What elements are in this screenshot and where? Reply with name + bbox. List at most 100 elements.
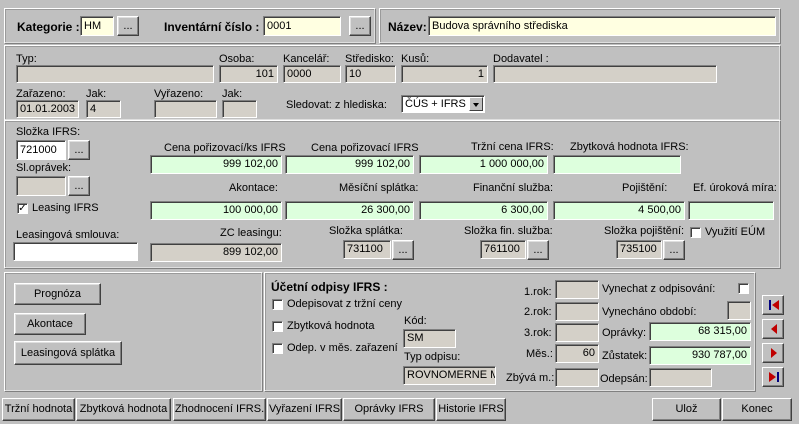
sl-opravek-browse-button[interactable]: ... bbox=[68, 176, 90, 196]
odepsan-input[interactable] bbox=[649, 368, 712, 387]
akontace-label: Akontace: bbox=[229, 182, 278, 194]
tab-zhodnoceni-ifrs[interactable]: Zhodnocení IFRS. bbox=[173, 398, 266, 421]
jak-input[interactable]: 4 bbox=[86, 100, 121, 118]
pojisteni-input[interactable]: 4 500,00 bbox=[553, 201, 685, 220]
prev-record-icon bbox=[771, 324, 777, 334]
slozka-pojisteni-input[interactable]: 735100 bbox=[616, 240, 662, 259]
uloz-button[interactable]: Ulož bbox=[652, 398, 721, 421]
odpisy-title: Účetní odpisy IFRS : bbox=[271, 280, 388, 294]
dodavatel-input[interactable] bbox=[493, 65, 717, 83]
kategorie-label: Kategorie : bbox=[17, 20, 80, 34]
vynechat-label: Vynechat z odpisování: bbox=[602, 283, 716, 295]
cena-porizovaci-ks-input[interactable]: 999 102,00 bbox=[150, 155, 282, 174]
jak-vyrazeni-input[interactable] bbox=[222, 100, 257, 118]
zbytkova-hodnota-label: Zbytková hodnota IFRS: bbox=[570, 141, 689, 153]
nav-next-button[interactable] bbox=[762, 343, 784, 363]
slozka-fin-sluzba-label: Složka fin. služba: bbox=[464, 225, 553, 237]
financni-sluzba-input[interactable]: 6 300,00 bbox=[419, 201, 548, 220]
zbyva-input[interactable] bbox=[555, 368, 599, 387]
cena-porizovaci-input[interactable]: 999 102,00 bbox=[285, 155, 414, 174]
odep-mes-zarazeni-checkbox[interactable] bbox=[272, 343, 283, 354]
odepisovat-trzni-checkbox[interactable] bbox=[272, 299, 283, 310]
kod-input[interactable]: SM bbox=[403, 329, 456, 348]
kancelar-label: Kancelář: bbox=[283, 53, 330, 65]
slozka-ifrs-browse-button[interactable]: ... bbox=[68, 140, 90, 160]
pojisteni-label: Pojištění: bbox=[622, 182, 668, 194]
zbytkova-hodnota-checkbox[interactable] bbox=[272, 321, 283, 332]
tab-vyrazeni-ifrs[interactable]: Vyřazení IFRS bbox=[267, 398, 342, 421]
nav-prev-button[interactable] bbox=[762, 319, 784, 339]
vyuziti-eum-checkbox[interactable] bbox=[690, 227, 701, 238]
kategorie-input[interactable]: HM bbox=[80, 16, 114, 36]
cena-porizovaci-label: Cena pořizovací IFRS bbox=[311, 142, 419, 154]
kategorie-browse-button[interactable]: ... bbox=[117, 16, 139, 36]
zbyva-label: Zbývá m.: bbox=[506, 372, 555, 384]
tab-trzni-hodnota[interactable]: Tržní hodnota bbox=[2, 398, 75, 421]
sledovat-select[interactable]: ČÚS + IFRS bbox=[401, 95, 485, 113]
leasing-ifrs-label: Leasing IFRS bbox=[32, 202, 99, 214]
tab-historie-ifrs[interactable]: Historie IFRS bbox=[436, 398, 506, 421]
zbytkova-hodnota-option-label: Zbytková hodnota bbox=[287, 320, 375, 332]
akontace-button[interactable]: Akontace bbox=[14, 313, 86, 335]
akontace-input[interactable]: 100 000,00 bbox=[150, 201, 282, 220]
vynechat-checkbox[interactable] bbox=[738, 283, 749, 294]
nav-first-button[interactable] bbox=[762, 295, 784, 315]
stredisko-input[interactable]: 10 bbox=[345, 65, 396, 83]
rok2-label: 2.rok: bbox=[524, 306, 552, 318]
sl-opravek-input[interactable] bbox=[16, 176, 66, 196]
trzni-cena-input[interactable]: 1 000 000,00 bbox=[419, 155, 548, 174]
inventarni-browse-button[interactable]: ... bbox=[349, 16, 371, 36]
prognoza-button[interactable]: Prognóza bbox=[14, 283, 101, 305]
slozka-ifrs-label: Složka IFRS: bbox=[16, 126, 81, 138]
zc-leasingu-label: ZC leasingu: bbox=[220, 227, 282, 239]
typ-odpisu-input[interactable]: ROVNOMERNE M bbox=[403, 366, 496, 385]
mes-input[interactable]: 60 bbox=[555, 344, 599, 363]
ef-urokova-mira-input[interactable] bbox=[688, 201, 774, 220]
typ-odpisu-label: Typ odpisu: bbox=[404, 351, 461, 363]
mes-label: Měs.: bbox=[526, 348, 553, 360]
kancelar-input[interactable]: 0000 bbox=[283, 65, 341, 83]
rok3-input[interactable] bbox=[555, 323, 599, 342]
inventarni-cislo-input[interactable]: 0001 bbox=[263, 16, 341, 36]
mesicni-splatka-input[interactable]: 26 300,00 bbox=[285, 201, 414, 220]
slozka-splatka-input[interactable]: 731100 bbox=[343, 240, 391, 259]
rok1-label: 1.rok: bbox=[524, 286, 552, 298]
zbytkova-hodnota-input[interactable] bbox=[553, 155, 681, 174]
tab-zbytkova-hodnota[interactable]: Zbytková hodnota bbox=[76, 398, 171, 421]
asset-card-window: Kategorie : HM ... Inventární číslo : 00… bbox=[0, 0, 799, 424]
nazev-input[interactable]: Budova správního střediska bbox=[428, 16, 776, 36]
opravky-input[interactable]: 68 315,00 bbox=[649, 322, 751, 341]
trzni-cena-label: Tržní cena IFRS: bbox=[471, 141, 554, 153]
typ-input[interactable] bbox=[16, 65, 214, 83]
leasing-ifrs-checkbox[interactable]: ✓ bbox=[17, 203, 28, 214]
zc-leasingu-input[interactable]: 899 102,00 bbox=[150, 243, 282, 262]
slozka-splatka-browse-button[interactable]: ... bbox=[392, 240, 414, 260]
zarazeno-input[interactable]: 01.01.2003 bbox=[16, 100, 79, 118]
leasingova-smlouva-input[interactable] bbox=[13, 242, 138, 261]
tab-opravky-ifrs[interactable]: Oprávky IFRS bbox=[343, 398, 435, 421]
slozka-fin-sluzba-input[interactable]: 761100 bbox=[480, 240, 526, 259]
rok2-input[interactable] bbox=[555, 302, 599, 321]
slozka-fin-sluzba-browse-button[interactable]: ... bbox=[527, 240, 549, 260]
opravky-label: Oprávky: bbox=[602, 327, 647, 339]
rok3-label: 3.rok: bbox=[524, 327, 552, 339]
konec-button[interactable]: Konec bbox=[722, 398, 792, 421]
last-record-icon bbox=[769, 372, 779, 382]
kusu-input[interactable]: 1 bbox=[401, 65, 488, 83]
nazev-label: Název: bbox=[388, 20, 427, 34]
leasingova-splatka-button[interactable]: Leasingová splátka bbox=[14, 341, 122, 365]
vyrazeno-input[interactable] bbox=[154, 100, 217, 118]
zustatek-label: Zůstatek: bbox=[602, 350, 648, 362]
osoba-input[interactable]: 101 bbox=[219, 65, 278, 83]
vynechano-input[interactable] bbox=[727, 301, 751, 320]
slozka-pojisteni-browse-button[interactable]: ... bbox=[663, 240, 685, 260]
rok1-input[interactable] bbox=[555, 280, 599, 299]
zustatek-input[interactable]: 930 787,00 bbox=[649, 346, 751, 365]
slozka-ifrs-input[interactable]: 721000 bbox=[16, 140, 66, 160]
first-record-icon bbox=[769, 300, 779, 310]
chevron-down-icon[interactable] bbox=[469, 97, 483, 111]
nav-last-button[interactable] bbox=[762, 367, 784, 387]
slozka-pojisteni-label: Složka pojištění: bbox=[604, 225, 685, 237]
next-record-icon bbox=[771, 348, 777, 358]
zarazeno-label: Zařazeno: bbox=[16, 88, 66, 100]
